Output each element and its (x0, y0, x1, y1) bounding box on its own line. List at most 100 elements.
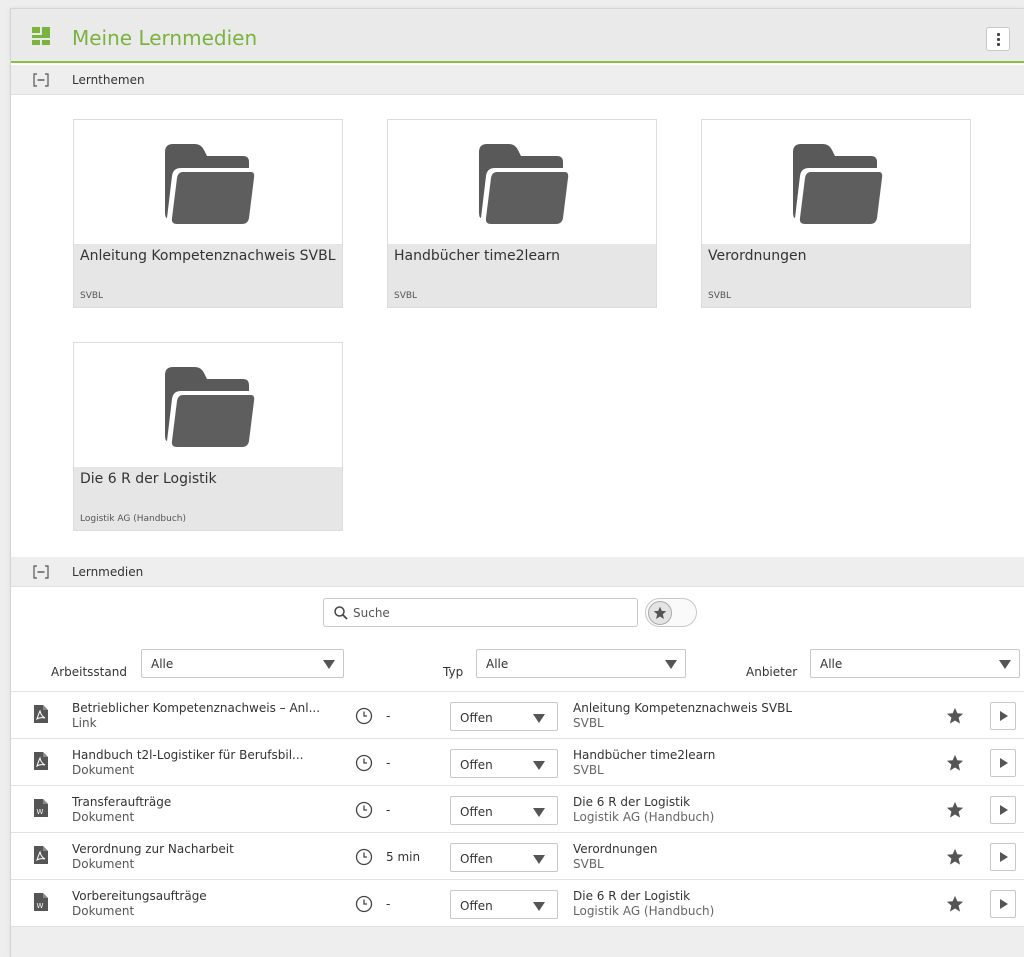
bottom-bar (11, 926, 1024, 957)
item-title: Vorbereitungsaufträge (72, 889, 207, 903)
item-provider: SVBL (573, 857, 604, 871)
dot-icon (996, 32, 1000, 36)
item-type: Dokument (72, 763, 135, 777)
item-duration: - (386, 709, 391, 723)
item-title: Betrieblicher Kompetenznachweis – Anl... (72, 701, 321, 715)
tile-title: Anleitung Kompetenznachweis SVBL (80, 248, 336, 264)
chevron-down-icon (533, 855, 545, 864)
more-menu-button[interactable] (986, 27, 1010, 51)
tile-subtitle: SVBL (80, 291, 104, 301)
tile-title: Die 6 R der Logistik (80, 471, 217, 487)
typ-select[interactable]: Alle (476, 649, 686, 678)
select-value: Offen (460, 899, 493, 913)
play-button[interactable] (990, 796, 1016, 824)
clock-icon (355, 895, 373, 913)
folder-icon (165, 144, 255, 224)
item-type: Dokument (72, 904, 135, 918)
play-button[interactable] (990, 843, 1016, 871)
item-provider: SVBL (573, 716, 604, 730)
collapse-icon[interactable] (33, 73, 49, 87)
favorites-toggle[interactable] (645, 598, 697, 627)
select-value: Alle (151, 657, 174, 671)
dot-icon (996, 42, 1000, 46)
status-select[interactable]: Offen (450, 843, 558, 872)
list-item[interactable]: W Vorbereitungsaufträge Dokument - Offen… (11, 879, 1024, 926)
tile-image (388, 120, 656, 244)
chevron-down-icon (533, 714, 545, 723)
tile-image (702, 120, 970, 244)
list-item[interactable]: Betrieblicher Kompetenznachweis – Anl...… (11, 691, 1024, 738)
section-label: Lernthemen (72, 73, 145, 87)
play-button[interactable] (990, 702, 1016, 730)
item-topic: Anleitung Kompetenznachweis SVBL (573, 701, 793, 715)
folder-icon (793, 144, 883, 224)
item-provider: SVBL (573, 763, 604, 777)
search-input[interactable]: Suche (323, 598, 638, 627)
star-icon[interactable] (946, 707, 964, 725)
star-icon[interactable] (946, 754, 964, 772)
list-item[interactable]: Handbuch t2l-Logistiker für Berufsbil...… (11, 738, 1024, 785)
arbeitsstand-select[interactable]: Alle (141, 649, 344, 678)
item-duration: 5 min (386, 850, 421, 864)
page-title: Meine Lernmedien (72, 26, 258, 50)
svg-text:W: W (37, 902, 44, 910)
pdf-icon (34, 846, 48, 864)
status-select[interactable]: Offen (450, 796, 558, 825)
clock-icon (355, 754, 373, 772)
filter-label-arbeitsstand: Arbeitsstand (51, 665, 127, 679)
topic-tile[interactable]: Handbücher time2learn SVBL (387, 119, 657, 308)
item-topic: Handbücher time2learn (573, 748, 716, 762)
tile-footer: Verordnungen SVBL (702, 244, 970, 307)
tile-title: Verordnungen (708, 248, 807, 264)
tile-footer: Handbücher time2learn SVBL (388, 244, 656, 307)
chevron-down-icon (533, 902, 545, 911)
tile-subtitle: Logistik AG (Handbuch) (80, 514, 186, 524)
item-topic: Die 6 R der Logistik (573, 889, 691, 903)
clock-icon (355, 801, 373, 819)
status-select[interactable]: Offen (450, 890, 558, 919)
status-select[interactable]: Offen (450, 749, 558, 778)
pdf-icon (34, 752, 48, 770)
item-provider: Logistik AG (Handbuch) (573, 904, 715, 918)
pdf-icon (34, 705, 48, 723)
search-placeholder: Suche (353, 606, 390, 620)
item-type: Dokument (72, 857, 135, 871)
collapse-icon[interactable] (33, 565, 49, 579)
toggle-knob (648, 601, 672, 625)
page-header: Meine Lernmedien (11, 9, 1024, 63)
clock-icon (355, 848, 373, 866)
star-icon (653, 606, 667, 619)
list-item[interactable]: Verordnung zur Nacharbeit Dokument 5 min… (11, 832, 1024, 879)
topic-tile[interactable]: Die 6 R der Logistik Logistik AG (Handbu… (73, 342, 343, 531)
item-type: Dokument (72, 810, 135, 824)
item-type: Link (72, 716, 97, 730)
item-topic: Verordnungen (573, 842, 658, 856)
item-duration: - (386, 897, 391, 911)
tile-title: Handbücher time2learn (394, 248, 561, 264)
chevron-down-icon (323, 660, 335, 669)
tile-subtitle: SVBL (394, 291, 418, 301)
tile-footer: Anleitung Kompetenznachweis SVBL SVBL (74, 244, 342, 307)
anbieter-select[interactable]: Alle (810, 649, 1020, 678)
filter-label-typ: Typ (443, 665, 464, 679)
tile-footer: Die 6 R der Logistik Logistik AG (Handbu… (74, 467, 342, 530)
select-value: Alle (486, 657, 509, 671)
status-select[interactable]: Offen (450, 702, 558, 731)
list-item[interactable]: W Transferaufträge Dokument - Offen Die … (11, 785, 1024, 832)
select-value: Alle (820, 657, 843, 671)
star-icon[interactable] (946, 801, 964, 819)
topic-tile[interactable]: Anleitung Kompetenznachweis SVBL SVBL (73, 119, 343, 308)
star-icon[interactable] (946, 895, 964, 913)
learning-media-panel: Meine Lernmedien Lernthemen Anleitung Ko… (10, 8, 1024, 957)
select-value: Offen (460, 711, 493, 725)
item-duration: - (386, 803, 391, 817)
select-value: Offen (460, 805, 493, 819)
play-button[interactable] (990, 890, 1016, 918)
topic-tile[interactable]: Verordnungen SVBL (701, 119, 971, 308)
play-button[interactable] (990, 749, 1016, 777)
chevron-down-icon (533, 808, 545, 817)
star-icon[interactable] (946, 848, 964, 866)
tile-image (74, 120, 342, 244)
chevron-down-icon (999, 660, 1011, 669)
search-icon (334, 606, 348, 620)
